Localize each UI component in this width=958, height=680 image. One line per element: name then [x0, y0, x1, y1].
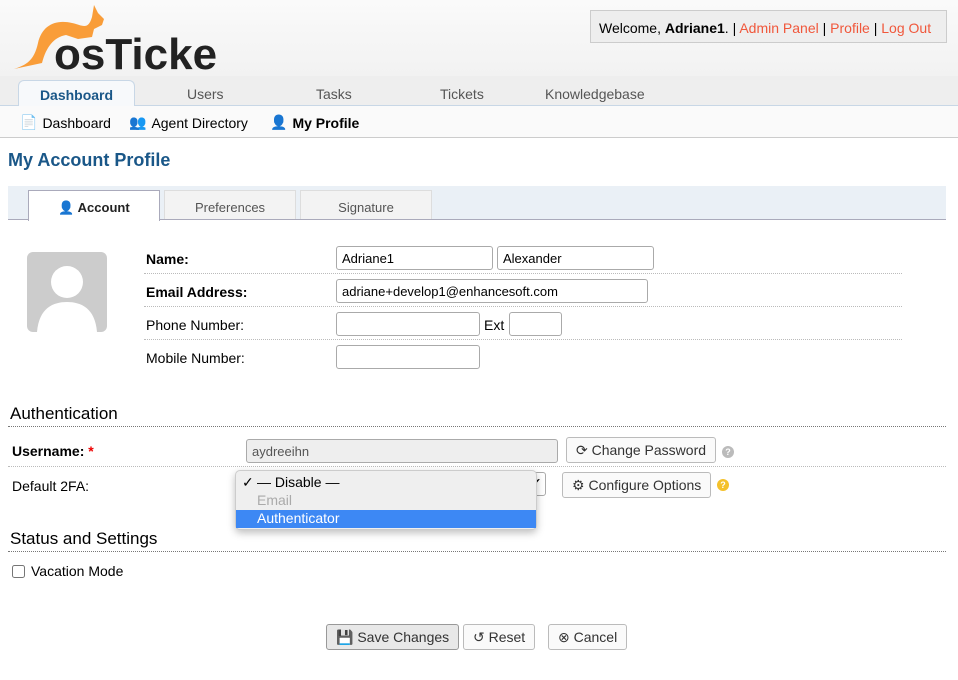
help-icon[interactable]: ?: [717, 479, 729, 491]
cancel-icon: ⊗: [558, 629, 570, 645]
osticket-logo[interactable]: osTicket: [6, 3, 216, 71]
page-title: My Account Profile: [8, 150, 171, 170]
default-2fa-label: Default 2FA:: [12, 478, 90, 494]
save-icon: 💾: [336, 629, 354, 645]
username-label: Username: *: [12, 443, 94, 459]
welcome-bar: Welcome, Adriane1. | Admin Panel | Profi…: [590, 10, 947, 43]
subnav-agent-directory[interactable]: 👥 Agent Directory: [129, 114, 248, 131]
subnav-my-profile[interactable]: 👤 My Profile: [270, 114, 359, 131]
username-input[interactable]: [246, 439, 558, 463]
undo-icon: ↺: [473, 629, 485, 645]
help-icon[interactable]: ?: [722, 446, 734, 458]
avatar[interactable]: [27, 252, 107, 332]
option-email: Email: [257, 492, 293, 508]
main-nav: Dashboard Users Tasks Tickets Knowledgeb…: [0, 76, 958, 107]
phone-input[interactable]: [336, 312, 480, 336]
email-input[interactable]: [336, 279, 648, 303]
last-name-input[interactable]: [497, 246, 654, 270]
phone-label: Phone Number:: [146, 317, 245, 333]
nav-tab-dashboard[interactable]: Dashboard: [18, 80, 135, 107]
refresh-icon: ⟳: [576, 442, 588, 458]
authentication-heading: Authentication: [10, 404, 118, 423]
mobile-input[interactable]: [336, 345, 480, 369]
admin-panel-link[interactable]: Admin Panel: [739, 20, 818, 36]
change-password-button[interactable]: ⟳ Change Password: [566, 437, 717, 463]
save-changes-button[interactable]: 💾 Save Changes: [326, 624, 460, 650]
subnav-dashboard[interactable]: 📄 Dashboard: [20, 114, 111, 131]
status-settings-heading: Status and Settings: [10, 529, 158, 548]
document-icon: 📄: [20, 114, 38, 130]
cancel-button[interactable]: ⊗ Cancel: [548, 624, 628, 650]
checkmark-icon: ✓: [242, 474, 254, 490]
profile-link[interactable]: Profile: [830, 20, 870, 36]
gear-icon: ⚙: [572, 477, 585, 493]
reset-button[interactable]: ↺ Reset: [463, 624, 536, 650]
option-authenticator[interactable]: Authenticator: [236, 510, 536, 528]
tab-preferences[interactable]: Preferences: [164, 190, 296, 219]
first-name-input[interactable]: [336, 246, 493, 270]
users-icon: 👥: [129, 114, 147, 130]
nav-tab-users[interactable]: Users: [187, 86, 224, 102]
name-label: Name:: [146, 251, 189, 267]
user-icon: 👤: [58, 200, 75, 215]
profile-tabs: 👤 Account Preferences Signature: [8, 186, 946, 221]
vacation-mode-label[interactable]: Vacation Mode: [31, 563, 123, 579]
2fa-dropdown-menu: ✓ — Disable — Email Authenticator: [235, 470, 537, 530]
nav-tab-tickets[interactable]: Tickets: [440, 86, 484, 102]
nav-tab-tasks[interactable]: Tasks: [316, 86, 352, 102]
configure-options-button[interactable]: ⚙ Configure Options: [562, 472, 712, 498]
tab-signature[interactable]: Signature: [300, 190, 432, 219]
mobile-label: Mobile Number:: [146, 350, 245, 366]
sub-nav: 📄 Dashboard 👥 Agent Directory 👤 My Profile: [0, 106, 958, 138]
ext-label: Ext: [484, 317, 505, 333]
header: osTicket Welcome, Adriane1. | Admin Pane…: [0, 0, 958, 76]
nav-tab-knowledgebase[interactable]: Knowledgebase: [545, 86, 645, 102]
svg-text:osTicket: osTicket: [54, 30, 216, 71]
logout-link[interactable]: Log Out: [881, 20, 931, 36]
option-disable[interactable]: ✓ — Disable —: [236, 474, 536, 492]
email-label: Email Address:: [146, 284, 248, 300]
vacation-mode-checkbox[interactable]: [12, 565, 25, 578]
user-icon: 👤: [270, 114, 288, 130]
tab-account[interactable]: 👤 Account: [28, 190, 160, 221]
ext-input[interactable]: [509, 312, 562, 336]
username: Adriane1: [664, 20, 725, 36]
